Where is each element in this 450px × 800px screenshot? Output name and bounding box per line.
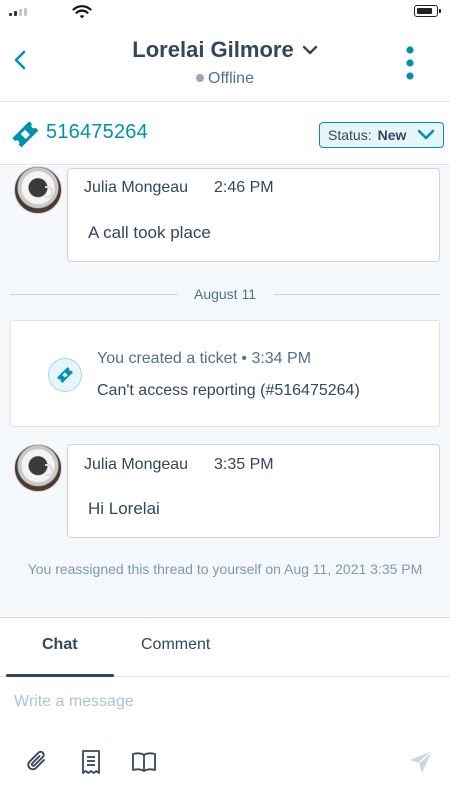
chevron-down-icon [417,129,435,140]
message-time: 2:46 PM [214,179,274,196]
contact-name: Lorelai Gilmore [132,37,294,62]
date-divider: August 11 [0,286,450,302]
status-label: Status: [328,127,372,143]
send-icon[interactable] [408,749,434,775]
message-body: Hi Lorelai [88,499,160,518]
ticket-bar: 516475264 Status: New [0,103,450,165]
chevron-down-icon [302,45,317,55]
reassign-note: You reassigned this thread to yourself o… [27,561,423,577]
composer [0,678,450,800]
presence-status: Offline [0,70,450,88]
event-ticket-name[interactable]: Can't access reporting (#516475264) [97,382,360,400]
avatar [14,166,62,214]
status-value: New [377,127,407,143]
message-sender: Julia Mongeau [84,456,189,473]
signal-icon [9,8,29,16]
ticket-icon [48,358,82,392]
conversation-header: Lorelai Gilmore Offline [0,24,450,102]
message-thread[interactable]: Julia Mongeau 2:46 PM A call took place … [0,166,450,616]
message-input[interactable] [14,690,434,714]
composer-tabs: Chat Comment [0,617,450,677]
tab-comment[interactable]: Comment [141,636,210,654]
tab-chat[interactable]: Chat [42,636,78,654]
message-time: 3:35 PM [214,456,274,473]
battery-icon [414,5,441,17]
ticket-created-event: You created a ticket • 3:34 PM Can't acc… [10,320,440,427]
contact-name-selector[interactable]: Lorelai Gilmore [0,37,450,63]
ticket-number[interactable]: 516475264 [46,121,148,144]
active-tab-indicator [6,674,114,677]
status-bar [0,0,450,24]
message-sender: Julia Mongeau [84,179,189,196]
ticket-icon [12,121,39,148]
event-summary: You created a ticket • 3:34 PM [97,350,312,367]
status-dropdown[interactable]: Status: New [319,122,444,148]
knowledge-base-icon[interactable] [131,749,157,775]
snippet-icon[interactable] [78,749,104,775]
wifi-icon [72,5,92,19]
presence-label: Offline [208,70,254,87]
presence-dot-icon [196,74,205,82]
message-card: Julia Mongeau 3:35 PM Hi Lorelai [67,444,440,538]
more-vertical-icon[interactable] [402,46,418,80]
attachment-icon[interactable] [25,749,51,775]
message-card: Julia Mongeau 2:46 PM A call took place [67,168,440,262]
avatar [14,444,62,492]
message-body: A call took place [88,223,211,242]
